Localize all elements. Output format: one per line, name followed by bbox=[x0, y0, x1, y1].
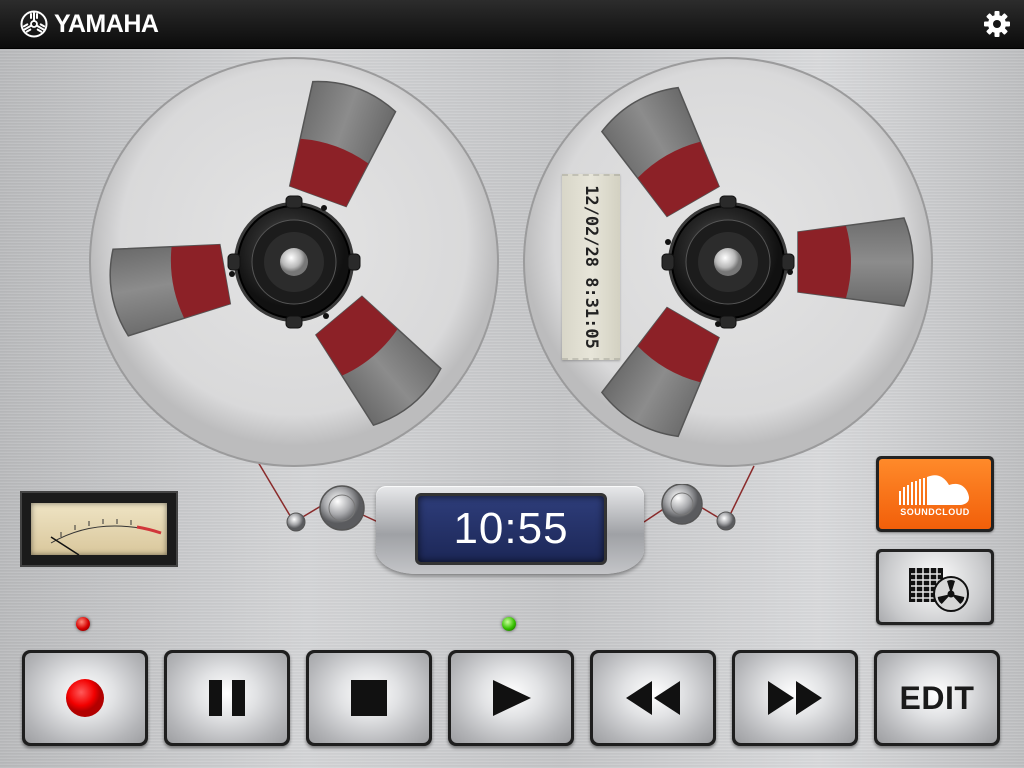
tape-library-icon bbox=[909, 568, 969, 612]
vu-meter bbox=[20, 491, 178, 567]
soundcloud-button-face: SOUNDCLOUD bbox=[879, 459, 991, 529]
record-icon bbox=[66, 679, 104, 717]
play-indicator-led bbox=[502, 617, 516, 631]
edit-button[interactable]: EDIT bbox=[874, 650, 1000, 746]
vu-meter-needle bbox=[50, 536, 80, 556]
rewind-button[interactable] bbox=[590, 650, 716, 746]
fast-forward-button-face bbox=[735, 653, 855, 743]
record-button-face bbox=[25, 653, 145, 743]
fast-forward-icon bbox=[768, 681, 822, 715]
soundcloud-label: SOUNDCLOUD bbox=[900, 507, 970, 517]
soundcloud-button[interactable]: SOUNDCLOUD bbox=[876, 456, 994, 532]
left-tape-reel[interactable] bbox=[88, 56, 500, 468]
tape-guide-right bbox=[661, 484, 736, 531]
tape-guide-left bbox=[286, 485, 365, 532]
pause-button[interactable] bbox=[164, 650, 290, 746]
tape-date-text: 12/02/28 8:31:05 bbox=[581, 185, 601, 349]
rewind-icon bbox=[626, 681, 680, 715]
fast-forward-button[interactable] bbox=[732, 650, 858, 746]
stop-button-face bbox=[309, 653, 429, 743]
pause-button-face bbox=[167, 653, 287, 743]
record-indicator-led bbox=[76, 617, 90, 631]
soundcloud-cloud-icon bbox=[899, 475, 969, 505]
play-button[interactable] bbox=[448, 650, 574, 746]
rewind-button-face bbox=[593, 653, 713, 743]
record-button[interactable] bbox=[22, 650, 148, 746]
play-icon bbox=[493, 680, 531, 716]
tape-counter-value: 10:55 bbox=[453, 504, 569, 553]
stop-button[interactable] bbox=[306, 650, 432, 746]
vu-meter-scale bbox=[50, 519, 162, 556]
edit-button-label: EDIT bbox=[899, 679, 975, 716]
tape-date-label: 12/02/28 8:31:05 bbox=[562, 174, 620, 360]
pause-icon bbox=[209, 680, 245, 716]
play-button-face bbox=[451, 653, 571, 743]
tape-library-button-face bbox=[879, 552, 991, 622]
edit-button-face: EDIT bbox=[877, 653, 997, 743]
tape-counter-display: 10:55 bbox=[415, 493, 607, 565]
stop-icon bbox=[351, 680, 387, 716]
vu-meter-face bbox=[31, 503, 167, 556]
tape-library-button[interactable] bbox=[876, 549, 994, 625]
